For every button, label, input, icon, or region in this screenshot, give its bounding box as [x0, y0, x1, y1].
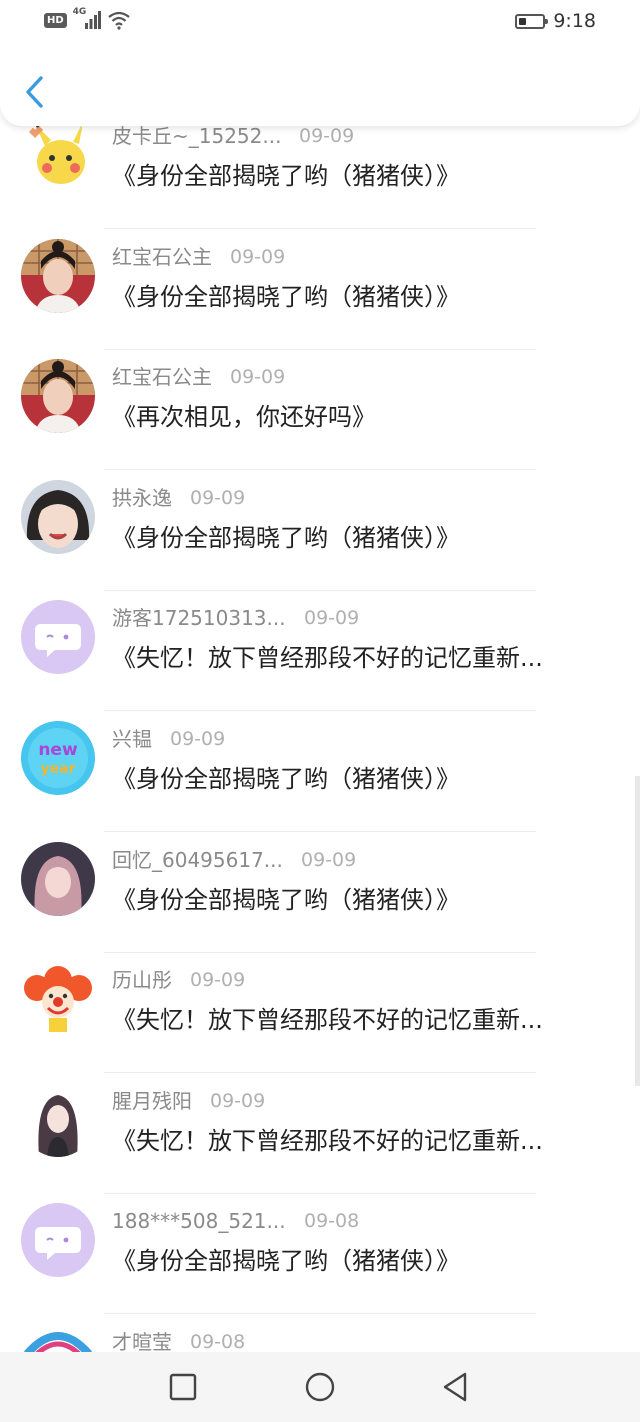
comment-meta: 拱永逸 09-09 [112, 484, 512, 514]
recent-apps-button[interactable] [163, 1369, 203, 1405]
chevron-left-icon [26, 76, 43, 108]
comment-date: 09-09 [230, 245, 286, 268]
avatar[interactable] [21, 359, 95, 434]
comment-item[interactable]: 红宝石公主 09-09 《身份全部揭晓了哟（猪猪侠）》 [0, 229, 640, 350]
commenter-name[interactable]: 拱永逸 [112, 484, 172, 512]
commenter-name[interactable]: 腥月残阳 [112, 1087, 192, 1115]
comment-text[interactable]: 《身份全部揭晓了哟（猪猪侠）》 [112, 761, 602, 797]
recent-apps-icon [169, 1373, 197, 1401]
comment-item[interactable]: 皮卡丘~_15252... 09-09 《身份全部揭晓了哟（猪猪侠）》 [0, 108, 640, 229]
comment-meta: 红宝石公主 09-09 [112, 363, 512, 393]
commenter-name[interactable]: 红宝石公主 [112, 243, 212, 271]
comment-text[interactable]: 《身份全部揭晓了哟（猪猪侠）》 [112, 520, 602, 556]
avatar[interactable]: new year [21, 721, 95, 795]
comment-item[interactable]: 188***508_521... 09-08 《身份全部揭晓了哟（猪猪侠）》 [0, 1193, 640, 1315]
avatar[interactable] [21, 1203, 95, 1278]
comment-meta: 回忆_60495617... 09-09 [112, 846, 512, 876]
avatar[interactable] [21, 479, 95, 554]
system-nav-bar [0, 1352, 640, 1422]
commenter-name[interactable]: 历山彤 [112, 966, 172, 994]
comment-item[interactable]: 才暄莹 09-08 [0, 1314, 640, 1353]
battery-icon [515, 13, 549, 29]
comment-date: 09-08 [304, 1210, 360, 1233]
home-button[interactable] [300, 1369, 340, 1405]
comment-meta: 皮卡丘~_15252... 09-09 [112, 122, 512, 152]
scrollbar[interactable] [635, 776, 640, 1086]
wifi-icon [107, 10, 131, 30]
battery-level [519, 17, 526, 25]
comment-date: 09-09 [230, 366, 286, 389]
back-icon [443, 1372, 467, 1402]
avatar[interactable] [21, 841, 95, 916]
avatar[interactable] [21, 1324, 95, 1353]
comment-meta: 腥月残阳 09-09 [112, 1087, 512, 1117]
comment-text[interactable]: 《失忆！放下曾经那段不好的记忆重新... [112, 1002, 602, 1038]
comment-meta: 兴韫 09-09 [112, 725, 512, 755]
comment-date: 09-09 [301, 848, 357, 871]
comment-item[interactable]: new year 兴韫 09-09 《身份全部揭晓了哟（猪猪侠）》 [0, 711, 640, 832]
comment-meta: 188***508_521... 09-08 [112, 1207, 512, 1237]
commenter-name[interactable]: 红宝石公主 [112, 363, 212, 391]
comment-meta: 才暄莹 09-08 [112, 1328, 512, 1353]
comment-text[interactable]: 《再次相见，你还好吗》 [112, 399, 602, 435]
comment-text[interactable]: 《失忆！放下曾经那段不好的记忆重新... [112, 640, 602, 676]
comment-item[interactable]: 红宝石公主 09-09 《再次相见，你还好吗》 [0, 349, 640, 471]
comment-date: 09-09 [190, 969, 246, 992]
commenter-name[interactable]: 188***508_521... [112, 1207, 286, 1235]
avatar[interactable] [21, 600, 95, 675]
comment-date: 09-08 [190, 1331, 246, 1353]
avatar[interactable] [21, 962, 95, 1037]
comment-item[interactable]: 拱永逸 09-09 《身份全部揭晓了哟（猪猪侠）》 [0, 470, 640, 591]
avatar[interactable] [21, 1082, 95, 1157]
comment-item[interactable]: 回忆_60495617... 09-09 《身份全部揭晓了哟（猪猪侠）》 [0, 832, 640, 953]
svg-text:new: new [38, 740, 78, 760]
comment-item[interactable]: 腥月残阳 09-09 《失忆！放下曾经那段不好的记忆重新... [0, 1073, 640, 1194]
commenter-name[interactable]: 皮卡丘~_15252... [112, 122, 281, 150]
comment-date: 09-09 [190, 486, 246, 509]
comment-text[interactable]: 《身份全部揭晓了哟（猪猪侠）》 [112, 158, 602, 194]
commenter-name[interactable]: 回忆_60495617... [112, 846, 283, 874]
comment-meta: 游客172510313... 09-09 [112, 604, 512, 634]
comment-date: 09-09 [210, 1089, 266, 1112]
avatar[interactable] [21, 238, 95, 313]
comment-meta: 历山彤 09-09 [112, 966, 512, 996]
status-right: 9:18 [515, 10, 596, 32]
status-left: HD 4G [44, 7, 131, 30]
avatar[interactable] [21, 118, 95, 192]
comment-date: 09-09 [304, 607, 360, 630]
commenter-name[interactable]: 才暄莹 [112, 1328, 172, 1353]
comment-date: 09-09 [170, 728, 226, 750]
comment-list[interactable]: 皮卡丘~_15252... 09-09 《身份全部揭晓了哟（猪猪侠）》 红宝石公主 09… [0, 108, 640, 1353]
signal-icon: 4G [73, 7, 101, 30]
comment-text[interactable]: 《身份全部揭晓了哟（猪猪侠）》 [112, 882, 602, 918]
comment-text[interactable]: 《身份全部揭晓了哟（猪猪侠）》 [112, 1243, 602, 1279]
comment-meta: 红宝石公主 09-09 [112, 243, 512, 273]
comment-date: 09-09 [299, 125, 355, 147]
comment-item[interactable]: 游客172510313... 09-09 《失忆！放下曾经那段不好的记忆重新... [0, 590, 640, 712]
comment-text[interactable]: 《身份全部揭晓了哟（猪猪侠）》 [112, 279, 602, 315]
status-bar: HD 4G 9:18 [0, 0, 640, 44]
commenter-name[interactable]: 兴韫 [112, 725, 152, 753]
clock: 9:18 [553, 10, 596, 32]
back-button[interactable] [20, 72, 50, 112]
commenter-name[interactable]: 游客172510313... [112, 604, 286, 632]
home-icon [305, 1372, 335, 1402]
comment-item[interactable]: 历山彤 09-09 《失忆！放下曾经那段不好的记忆重新... [0, 952, 640, 1074]
svg-text:year: year [41, 761, 76, 777]
comment-text[interactable]: 《失忆！放下曾经那段不好的记忆重新... [112, 1123, 602, 1159]
back-nav-button[interactable] [435, 1369, 475, 1405]
hd-icon: HD [44, 12, 67, 28]
